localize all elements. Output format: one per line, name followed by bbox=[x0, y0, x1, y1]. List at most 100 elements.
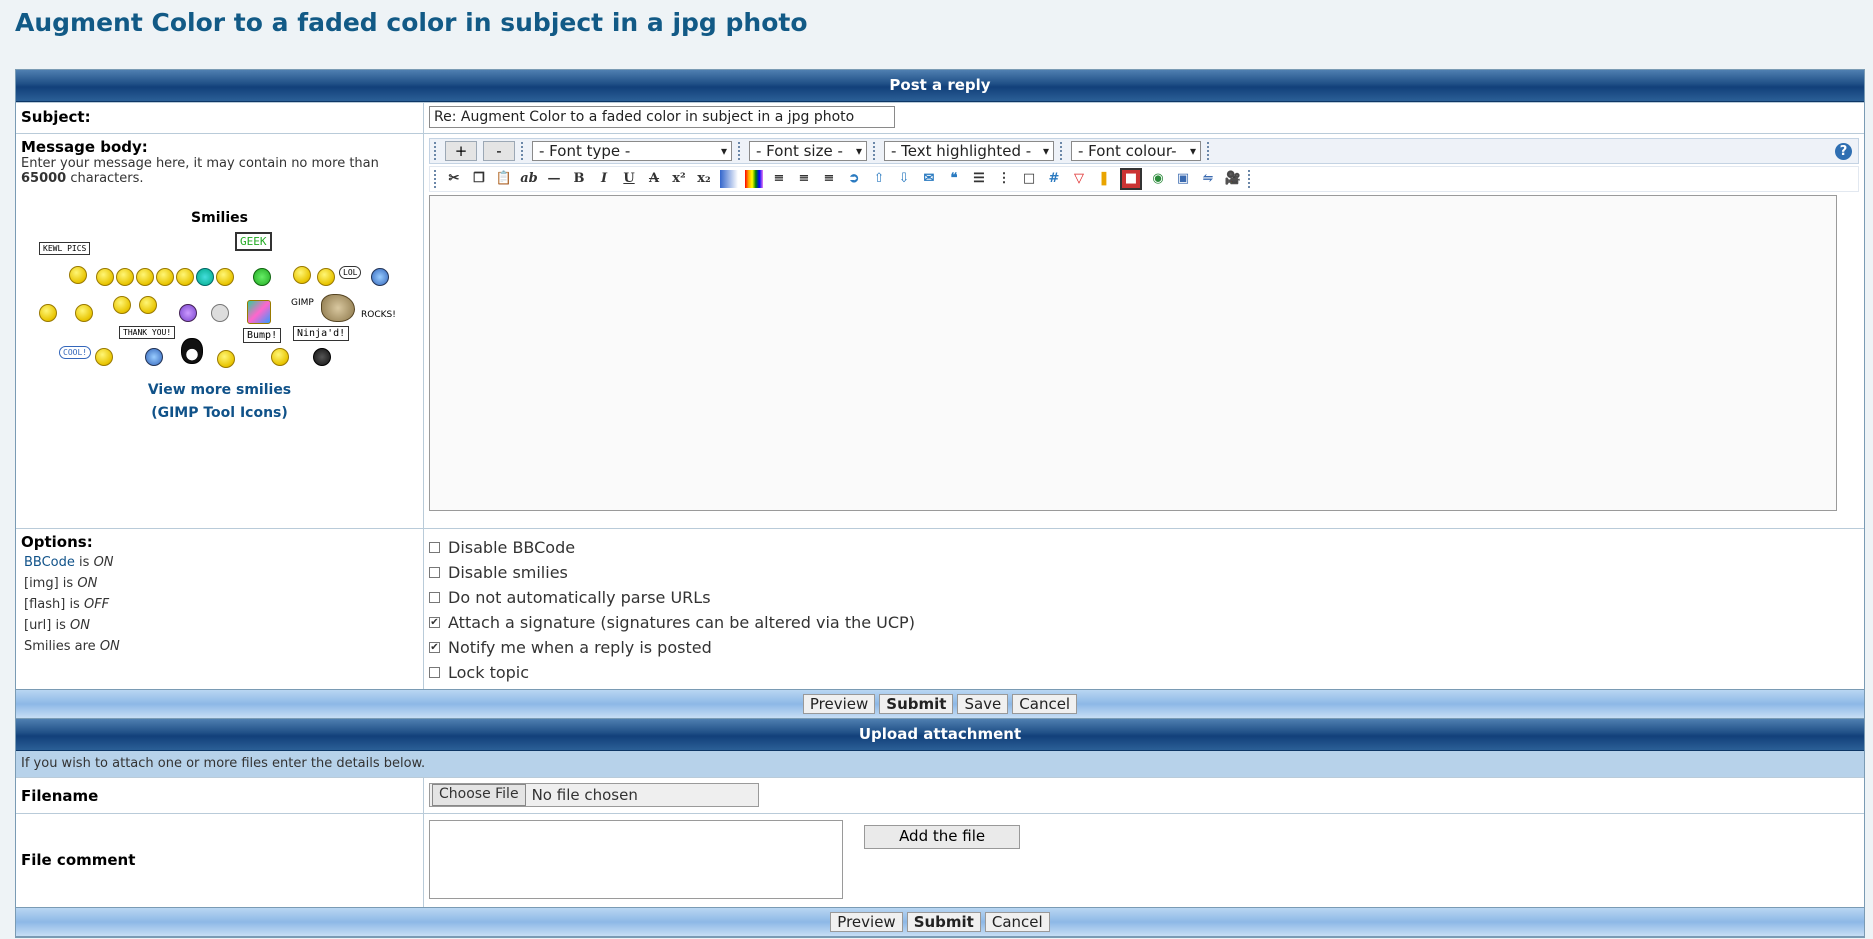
cancel-button[interactable]: Cancel bbox=[1012, 694, 1078, 714]
preview-button[interactable]: Preview bbox=[802, 694, 876, 714]
copy-icon[interactable]: ❐ bbox=[470, 170, 488, 188]
notify-reply-checkbox[interactable]: ✔ bbox=[429, 642, 440, 653]
download-icon[interactable]: ⇩ bbox=[895, 170, 913, 188]
smiley-icon[interactable] bbox=[196, 268, 214, 286]
smiley-sign-cool[interactable]: COOL! bbox=[59, 346, 92, 359]
spellcheck-icon[interactable]: ab bbox=[520, 170, 538, 188]
smiley-icon[interactable] bbox=[211, 304, 229, 322]
smiley-icon[interactable] bbox=[95, 348, 113, 366]
disable-bbcode-checkbox[interactable] bbox=[429, 542, 440, 553]
smiley-sign-thanks[interactable]: THANK YOU! bbox=[119, 326, 176, 339]
smiley-icon[interactable] bbox=[136, 268, 154, 286]
option-checkbox-row[interactable]: Disable smilies bbox=[429, 560, 1859, 585]
add-file-button[interactable]: Add the file bbox=[864, 825, 1021, 849]
attach-signature-checkbox[interactable]: ✔ bbox=[429, 617, 440, 628]
superscript-icon[interactable]: x² bbox=[670, 170, 688, 188]
smiley-icon[interactable] bbox=[96, 268, 114, 286]
underline-icon[interactable]: U bbox=[620, 170, 638, 188]
smiley-sign-bump[interactable]: Bump! bbox=[243, 328, 282, 343]
table-icon[interactable]: □ bbox=[1020, 170, 1038, 188]
bold-icon[interactable]: B bbox=[570, 170, 588, 188]
preview-button-bottom[interactable]: Preview bbox=[830, 912, 903, 932]
message-textarea[interactable] bbox=[429, 195, 1837, 511]
submit-button-bottom[interactable]: Submit bbox=[906, 912, 981, 932]
option-checkbox-row[interactable]: ✔ Notify me when a reply is posted bbox=[429, 635, 1859, 660]
subject-input[interactable] bbox=[429, 106, 895, 128]
align-left-icon[interactable]: ≡ bbox=[770, 170, 788, 188]
smiley-icon[interactable] bbox=[179, 304, 197, 322]
smiley-icon[interactable] bbox=[176, 268, 194, 286]
smiley-icon[interactable] bbox=[253, 268, 271, 286]
video-icon[interactable]: 🎥 bbox=[1224, 170, 1242, 188]
submit-button[interactable]: Submit bbox=[879, 694, 954, 714]
option-checkbox-row[interactable]: Do not automatically parse URLs bbox=[429, 585, 1859, 610]
no-parse-urls-checkbox[interactable] bbox=[429, 592, 440, 603]
font-type-select[interactable]: - Font type - bbox=[532, 141, 732, 161]
cancel-button-bottom[interactable]: Cancel bbox=[984, 912, 1050, 932]
hash-icon[interactable]: # bbox=[1045, 170, 1063, 188]
smiley-icon[interactable] bbox=[39, 304, 57, 322]
strikethrough-icon[interactable]: A bbox=[645, 170, 663, 188]
gimp-tool-icons-link[interactable]: (GIMP Tool Icons) bbox=[21, 405, 418, 421]
mail-icon[interactable]: ✉ bbox=[920, 170, 938, 188]
font-size-select[interactable]: - Font size - bbox=[749, 141, 867, 161]
image-select-icon[interactable]: ■ bbox=[1120, 168, 1142, 190]
lock-topic-checkbox[interactable] bbox=[429, 667, 440, 678]
smiley-sign-ninja[interactable]: Ninja'd! bbox=[293, 326, 350, 341]
smiley-icon[interactable] bbox=[293, 266, 311, 284]
smiley-sign-kewl[interactable]: KEWL PICS bbox=[39, 242, 91, 255]
smiley-icon[interactable] bbox=[271, 348, 289, 366]
image-icon[interactable]: ▣ bbox=[1174, 170, 1192, 188]
font-colour-select[interactable]: - Font colour- bbox=[1071, 141, 1201, 161]
bbcode-link[interactable]: BBCode bbox=[24, 555, 75, 570]
globe-icon[interactable]: ◉ bbox=[1149, 170, 1167, 188]
smiley-icon[interactable] bbox=[156, 268, 174, 286]
flash-icon[interactable]: ⇋ bbox=[1199, 170, 1217, 188]
smiley-icon[interactable] bbox=[69, 266, 87, 284]
subscript-icon[interactable]: x₂ bbox=[695, 170, 713, 188]
horizontal-rule-icon[interactable]: — bbox=[545, 170, 563, 188]
smiley-icon[interactable] bbox=[113, 296, 131, 314]
smiley-icon[interactable] bbox=[217, 350, 235, 368]
view-more-smilies-link[interactable]: View more smilies bbox=[21, 382, 418, 398]
smiley-icon[interactable] bbox=[139, 296, 157, 314]
file-comment-textarea[interactable] bbox=[429, 820, 843, 899]
list-icon[interactable]: ☰ bbox=[970, 170, 988, 188]
choose-file-button[interactable]: Choose File bbox=[432, 784, 526, 806]
text-highlight-select[interactable]: - Text highlighted - bbox=[884, 141, 1054, 161]
code-icon[interactable]: ⋮ bbox=[995, 170, 1013, 188]
help-icon[interactable]: ? bbox=[1835, 143, 1852, 160]
save-button[interactable]: Save bbox=[957, 694, 1009, 714]
upload-icon[interactable]: ⇧ bbox=[870, 170, 888, 188]
align-right-icon[interactable]: ≡ bbox=[820, 170, 838, 188]
rainbow-icon[interactable] bbox=[745, 170, 763, 188]
option-checkbox-row[interactable]: ✔ Attach a signature (signatures can be … bbox=[429, 610, 1859, 635]
smiley-icon[interactable] bbox=[116, 268, 134, 286]
wilber-icon[interactable] bbox=[321, 294, 355, 322]
file-input[interactable]: Choose File No file chosen bbox=[429, 783, 759, 807]
cut-icon[interactable]: ✂ bbox=[445, 170, 463, 188]
tux-icon[interactable] bbox=[181, 338, 203, 364]
italic-icon[interactable]: I bbox=[595, 170, 613, 188]
decrease-size-button[interactable]: - bbox=[483, 141, 515, 161]
smiley-icon[interactable] bbox=[216, 268, 234, 286]
increase-size-button[interactable]: + bbox=[445, 141, 477, 161]
smiley-icon[interactable] bbox=[145, 348, 163, 366]
paste-icon[interactable]: 📋 bbox=[495, 170, 513, 188]
smiley-icon[interactable] bbox=[313, 348, 331, 366]
speech-bubble-icon[interactable]: ❚ bbox=[1095, 170, 1113, 188]
smiley-icon[interactable] bbox=[317, 268, 335, 286]
quote-icon[interactable]: ❝ bbox=[945, 170, 963, 188]
warning-icon[interactable]: ▽ bbox=[1070, 170, 1088, 188]
gradient-icon[interactable] bbox=[720, 170, 738, 188]
smiley-sign-geek[interactable]: GEEK bbox=[235, 232, 272, 251]
align-center-icon[interactable]: ≡ bbox=[795, 170, 813, 188]
option-checkbox-row[interactable]: Lock topic bbox=[429, 660, 1859, 685]
option-checkbox-row[interactable]: Disable BBCode bbox=[429, 535, 1859, 560]
smiley-sign-lol[interactable]: LOL bbox=[339, 266, 362, 279]
disable-smilies-checkbox[interactable] bbox=[429, 567, 440, 578]
smiley-icon[interactable] bbox=[371, 268, 389, 286]
link-icon[interactable]: ➲ bbox=[845, 170, 863, 188]
smiley-icon[interactable] bbox=[75, 304, 93, 322]
smiley-icon[interactable] bbox=[247, 300, 271, 324]
